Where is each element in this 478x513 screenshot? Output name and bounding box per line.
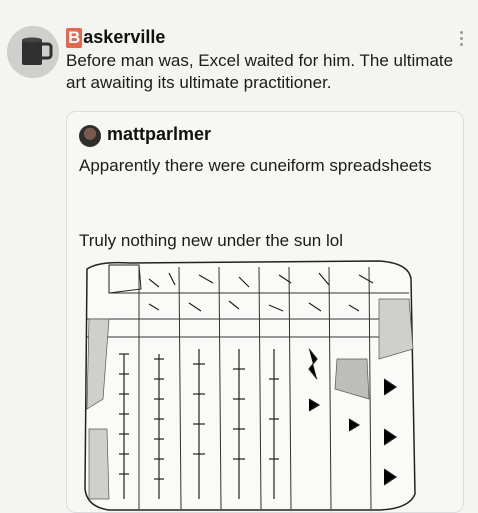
- quoted-text-1: Apparently there were cuneiform spreadsh…: [79, 156, 432, 175]
- author-name[interactable]: askerville: [83, 27, 165, 48]
- quoted-author-avatar[interactable]: [79, 125, 101, 147]
- cuneiform-tablet-image[interactable]: [79, 259, 419, 512]
- quoted-text-2: Truly nothing new under the sun lol: [79, 231, 343, 250]
- author-avatar[interactable]: [7, 26, 59, 78]
- post-header: B askerville: [66, 27, 165, 48]
- coffee-mug-avatar-icon: [7, 26, 59, 78]
- author-initial-badge[interactable]: B: [66, 27, 83, 48]
- post-text: Before man was, Excel waited for him. Th…: [66, 51, 454, 92]
- tweet-post: B askerville Before man was, Excel waite…: [0, 0, 478, 513]
- quoted-post[interactable]: mattparlmer Apparently there were cuneif…: [66, 111, 464, 513]
- more-vertical-icon[interactable]: [458, 30, 464, 48]
- quoted-author-name[interactable]: mattparlmer: [107, 124, 211, 145]
